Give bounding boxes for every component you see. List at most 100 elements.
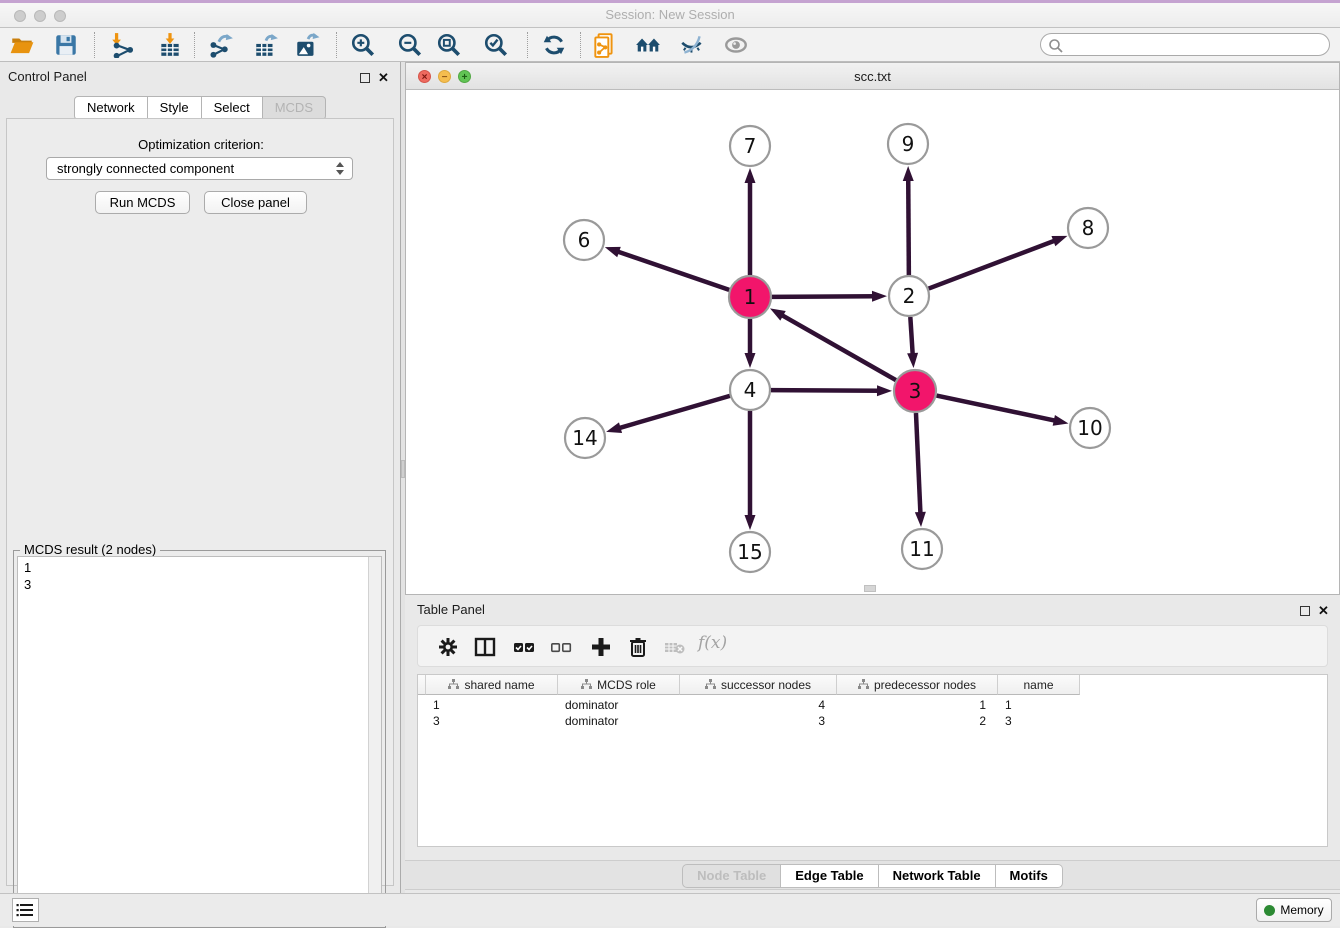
export-table-icon[interactable] <box>253 32 279 58</box>
network-window-titlebar: × − + scc.txt <box>406 63 1339 90</box>
status-bar: Memory <box>0 893 1340 926</box>
graph-node-11[interactable]: 11 <box>902 529 942 569</box>
search-field[interactable] <box>1040 33 1330 56</box>
edge-2-8[interactable] <box>929 240 1058 289</box>
svg-text:10: 10 <box>1077 416 1102 440</box>
cell-shared-name[interactable]: 1 <box>426 697 558 713</box>
edge-3-10[interactable] <box>937 396 1058 422</box>
control-panel-float-icon[interactable] <box>360 70 370 88</box>
zoom-selected-icon[interactable] <box>483 32 509 58</box>
edge-4-3[interactable] <box>771 390 881 391</box>
table-tabs-bar: Node TableEdge TableNetwork TableMotifs <box>405 860 1340 890</box>
task-history-button[interactable] <box>12 898 39 922</box>
graph-node-3[interactable]: 3 <box>894 370 936 412</box>
svg-text:14: 14 <box>572 426 597 450</box>
tab-node-table[interactable]: Node Table <box>682 864 781 888</box>
tab-select[interactable]: Select <box>202 96 263 120</box>
graph-node-14[interactable]: 14 <box>565 418 605 458</box>
svg-text:6: 6 <box>578 228 591 252</box>
app-titlebar: Session: New Session <box>0 0 1340 28</box>
edge-1-2[interactable] <box>772 296 876 297</box>
edge-4-14[interactable] <box>617 396 730 429</box>
hide-selected-icon[interactable] <box>679 32 705 58</box>
column-type-icon <box>705 679 716 690</box>
graph-node-7[interactable]: 7 <box>730 126 770 166</box>
network-canvas[interactable]: 7 9 6 8 1 2 4 3 14 10 15 11 <box>406 90 1339 587</box>
graph-node-4[interactable]: 4 <box>730 370 770 410</box>
column-header-predecessor-nodes[interactable]: predecessor nodes <box>837 675 998 695</box>
edge-2-3[interactable] <box>910 317 913 357</box>
zoom-out-icon[interactable] <box>397 32 423 58</box>
edge-3-1[interactable] <box>780 314 896 380</box>
list-icon <box>13 899 38 921</box>
result-scrollbar[interactable] <box>368 557 381 923</box>
open-folder-icon[interactable] <box>9 32 35 58</box>
criterion-dropdown[interactable]: strongly connected component <box>46 157 353 180</box>
memory-button[interactable]: Memory <box>1256 898 1332 922</box>
graph-node-1[interactable]: 1 <box>729 276 771 318</box>
main-toolbar <box>0 28 1340 62</box>
edge-arrowhead <box>903 166 914 181</box>
column-header-MCDS-role[interactable]: MCDS role <box>558 675 680 695</box>
delete-table-icon[interactable] <box>663 635 687 659</box>
table-settings-icon[interactable] <box>436 635 460 659</box>
show-all-icon[interactable] <box>723 32 749 58</box>
edge-arrowhead <box>877 385 892 396</box>
cell-shared-name[interactable]: 3 <box>426 713 558 729</box>
run-mcds-button[interactable]: Run MCDS <box>95 191 190 214</box>
export-network-icon[interactable] <box>208 32 234 58</box>
cell-predecessor-nodes[interactable]: 1 <box>837 697 998 713</box>
close-panel-button[interactable]: Close panel <box>204 191 307 214</box>
node-table[interactable]: shared nameMCDS rolesuccessor nodesprede… <box>417 674 1328 847</box>
cell-name[interactable]: 1 <box>998 697 1080 713</box>
graph-node-6[interactable]: 6 <box>564 220 604 260</box>
graph-node-15[interactable]: 15 <box>730 532 770 572</box>
edge-arrowhead <box>605 247 621 257</box>
tab-edge-table[interactable]: Edge Table <box>781 864 878 888</box>
column-header-successor-nodes[interactable]: successor nodes <box>680 675 837 695</box>
apply-function-icon[interactable]: f(x) <box>698 633 732 657</box>
graph-node-9[interactable]: 9 <box>888 124 928 164</box>
cell-predecessor-nodes[interactable]: 2 <box>837 713 998 729</box>
delete-column-icon[interactable] <box>626 635 650 659</box>
edge-arrowhead <box>872 291 887 302</box>
graph-node-8[interactable]: 8 <box>1068 208 1108 248</box>
cell-name[interactable]: 3 <box>998 713 1080 729</box>
control-panel-close-icon[interactable]: ✕ <box>378 69 389 87</box>
import-table-icon[interactable] <box>157 32 183 58</box>
graph-node-10[interactable]: 10 <box>1070 408 1110 448</box>
deselect-all-rows-icon[interactable] <box>549 635 573 659</box>
add-column-icon[interactable] <box>589 635 613 659</box>
graph-node-2[interactable]: 2 <box>889 276 929 316</box>
tab-mcds[interactable]: MCDS <box>263 96 326 120</box>
table-panel-close-icon[interactable]: ✕ <box>1318 602 1329 620</box>
cell-successor-nodes[interactable]: 3 <box>680 713 837 729</box>
search-input[interactable] <box>1067 35 1322 54</box>
show-column-panel-icon[interactable] <box>473 635 497 659</box>
new-network-from-selection-icon[interactable] <box>591 32 617 58</box>
refresh-view-icon[interactable] <box>541 32 567 58</box>
tab-network[interactable]: Network <box>74 96 148 120</box>
tab-style[interactable]: Style <box>148 96 202 120</box>
cell-successor-nodes[interactable]: 4 <box>680 697 837 713</box>
edge-3-11[interactable] <box>916 413 921 516</box>
nested-networks-icon[interactable] <box>635 32 661 58</box>
column-header-shared-name[interactable]: shared name <box>426 675 558 695</box>
cell-MCDS-role[interactable]: dominator <box>558 713 680 729</box>
edge-2-9[interactable] <box>908 177 909 275</box>
network-resize-grip[interactable] <box>864 585 876 592</box>
tab-motifs[interactable]: Motifs <box>996 864 1063 888</box>
zoom-in-icon[interactable] <box>350 32 376 58</box>
mcds-result-textarea[interactable]: 13 <box>17 556 382 924</box>
edge-1-6[interactable] <box>615 251 729 290</box>
table-panel-float-icon[interactable] <box>1300 603 1310 621</box>
zoom-fit-icon[interactable] <box>436 32 462 58</box>
tab-network-table[interactable]: Network Table <box>879 864 996 888</box>
select-all-rows-icon[interactable] <box>512 635 536 659</box>
export-image-icon[interactable] <box>294 32 320 58</box>
cell-MCDS-role[interactable]: dominator <box>558 697 680 713</box>
column-header-name[interactable]: name <box>998 675 1080 695</box>
save-session-icon[interactable] <box>53 32 79 58</box>
import-network-icon[interactable] <box>109 32 135 58</box>
svg-text:2: 2 <box>903 284 916 308</box>
